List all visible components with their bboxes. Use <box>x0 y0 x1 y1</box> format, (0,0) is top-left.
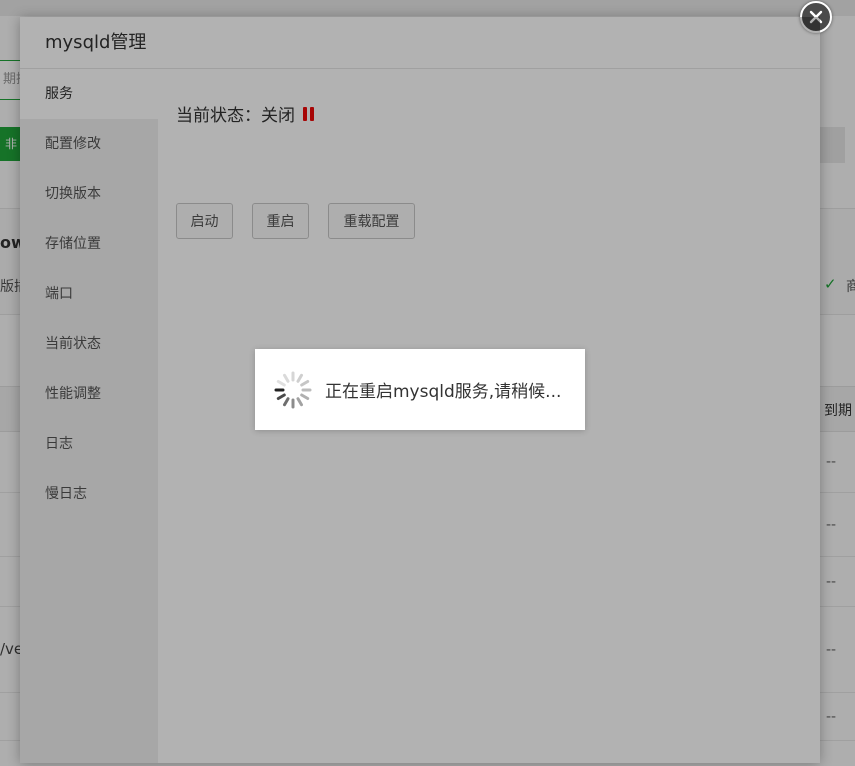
loading-spinner-icon <box>274 371 312 408</box>
loading-toast: 正在重启mysqld服务,请稍候... <box>255 349 585 430</box>
loading-message: 正在重启mysqld服务,请稍候... <box>325 382 562 402</box>
